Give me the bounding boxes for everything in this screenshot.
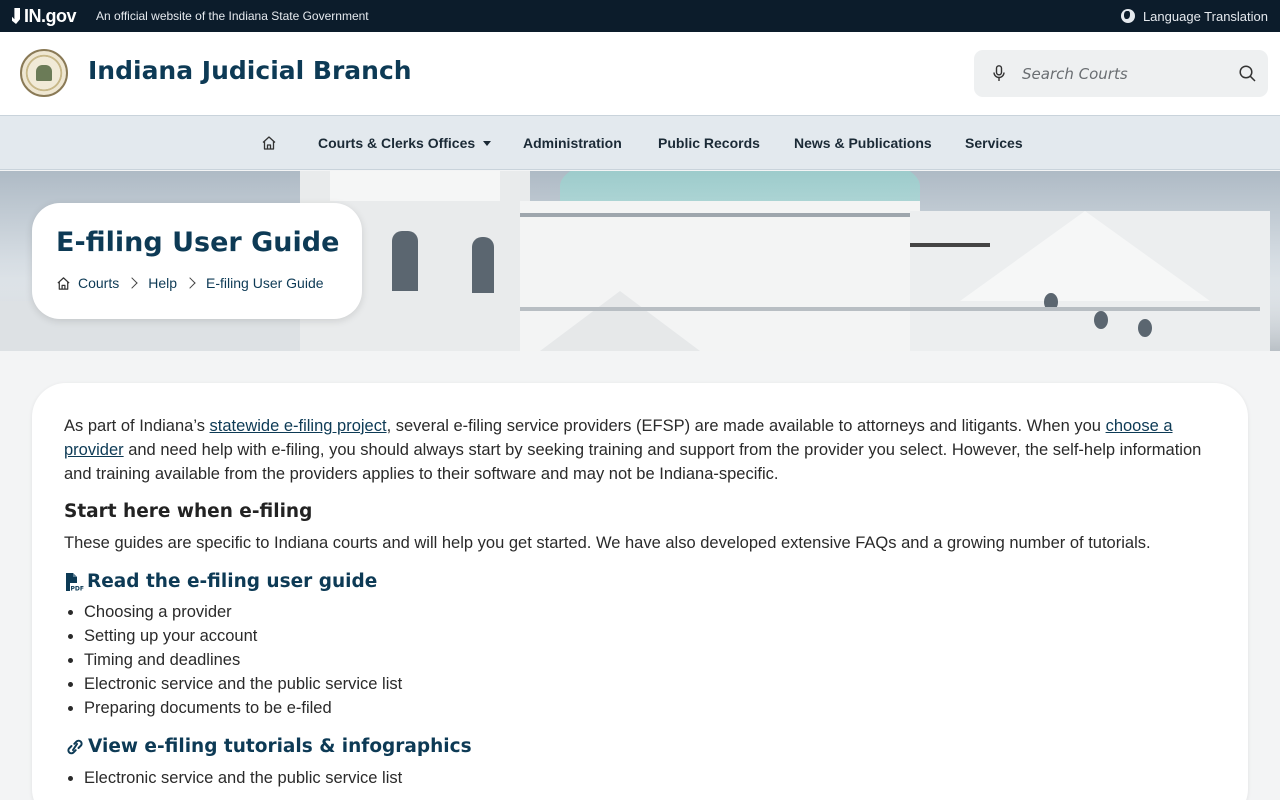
breadcrumb-home-icon[interactable] [56, 276, 71, 291]
state-seal-icon[interactable] [20, 49, 68, 97]
page-title-card: E-filing User Guide Courts Help E-filing… [32, 203, 362, 319]
hero-banner: E-filing User Guide Courts Help E-filing… [0, 171, 1280, 351]
language-translation-button[interactable]: Language Translation [1120, 0, 1268, 32]
tutorials-link[interactable]: View e-filing tutorials & infographics [64, 736, 472, 757]
nav-administration[interactable]: Administration [523, 116, 622, 170]
pdf-icon: PDF [66, 572, 84, 592]
page-title: E-filing User Guide [56, 227, 340, 258]
intro-text-2: , several e-filing service providers (EF… [386, 417, 1106, 435]
nav-home[interactable] [261, 116, 277, 170]
microphone-icon[interactable] [993, 65, 1005, 82]
intro-text-1: As part of Indiana’s [64, 417, 210, 435]
globe-icon [1120, 9, 1135, 23]
breadcrumb-help[interactable]: Help [148, 275, 177, 291]
intro-paragraph: As part of Indiana’s statewide e-filing … [64, 414, 1204, 486]
statewide-efiling-link[interactable]: statewide e-filing project [210, 417, 387, 435]
nav-news-publications-label: News & Publications [794, 135, 932, 151]
start-here-heading: Start here when e-filing [64, 501, 313, 522]
guides-description: These guides are specific to Indiana cou… [64, 534, 1151, 552]
nav-public-records[interactable]: Public Records [658, 116, 760, 170]
chevron-right-icon [184, 277, 196, 289]
language-translation-label: Language Translation [1142, 8, 1268, 24]
search-input[interactable] [1022, 62, 1222, 86]
nav-courts-clerks-label: Courts & Clerks Offices [318, 135, 476, 151]
chevron-right-icon [126, 277, 138, 289]
list-item: Preparing documents to be e-filed [84, 696, 402, 720]
breadcrumb: Courts Help E-filing User Guide [56, 275, 324, 291]
breadcrumb-current: E-filing User Guide [206, 275, 324, 291]
main-nav: Courts & Clerks Offices Administration P… [0, 116, 1280, 170]
list-item: Electronic service and the public servic… [84, 672, 402, 696]
user-guide-link[interactable]: PDF Read the e-filing user guide [64, 571, 377, 592]
nav-administration-label: Administration [523, 135, 622, 151]
list-item: Setting up your account [84, 624, 402, 648]
svg-text:PDF: PDF [71, 585, 84, 592]
breadcrumb-courts[interactable]: Courts [78, 275, 119, 291]
nav-news-publications[interactable]: News & Publications [794, 116, 932, 170]
nav-courts-clerks[interactable]: Courts & Clerks Offices [318, 116, 492, 170]
search-icon[interactable] [1239, 65, 1256, 82]
content-card: As part of Indiana’s statewide e-filing … [32, 383, 1248, 800]
nav-services-label: Services [965, 135, 1023, 151]
tutorial-topic-list: Electronic service and the public servic… [84, 766, 402, 790]
list-item: Electronic service and the public servic… [84, 766, 402, 790]
guide-topic-list: Choosing a provider Setting up your acco… [84, 600, 402, 720]
tutorials-link-label: View e-filing tutorials & infographics [88, 736, 472, 757]
list-item: Timing and deadlines [84, 648, 402, 672]
site-header: Indiana Judicial Branch [0, 32, 1280, 116]
user-guide-link-label: Read the e-filing user guide [87, 571, 378, 592]
in-gov-brand: IN.gov [24, 5, 77, 26]
nav-public-records-label: Public Records [658, 135, 760, 151]
indiana-state-icon [12, 8, 20, 24]
intro-text-3: and need help with e-filing, you should … [64, 441, 1202, 483]
search-bar [974, 50, 1268, 97]
home-icon [262, 136, 276, 150]
list-item: Choosing a provider [84, 600, 402, 624]
caret-down-icon [483, 140, 492, 146]
official-website-text: An official website of the Indiana State… [96, 9, 369, 23]
official-bar: IN.gov An official website of the Indian… [0, 0, 1280, 32]
link-icon [67, 739, 83, 754]
in-gov-logo[interactable]: IN.gov [12, 5, 77, 27]
site-title[interactable]: Indiana Judicial Branch [88, 56, 412, 85]
nav-services[interactable]: Services [965, 116, 1023, 170]
